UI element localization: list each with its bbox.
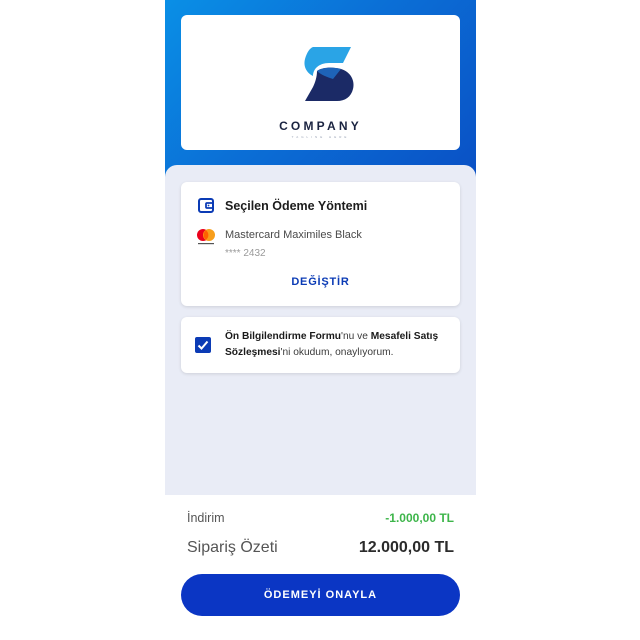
total-value: 12.000,00 TL xyxy=(358,539,454,556)
company-logo-icon xyxy=(304,47,354,101)
total-label: Sipariş Özeti xyxy=(187,539,278,556)
card-name: Mastercard Maximiles Black xyxy=(225,229,362,241)
payment-method-title: Seçilen Ödeme Yöntemi xyxy=(225,199,368,213)
discount-label: İndirim xyxy=(187,511,225,525)
order-summary: İndirim -1.000,00 TL Sipariş Özeti 12.00… xyxy=(165,495,476,640)
change-payment-button[interactable]: DEĞİŞTİR xyxy=(181,276,460,288)
consent-text: Ön Bilgilendirme Formu'nu ve Mesafeli Sa… xyxy=(225,331,439,358)
mastercard-logo-icon xyxy=(197,229,215,245)
consent-checkbox[interactable] xyxy=(195,337,211,353)
checkout-screen: COMPANY TAGLINE HERE Seçilen Ödeme Yönte… xyxy=(165,0,476,640)
checkmark-icon xyxy=(197,340,209,350)
content-area: Seçilen Ödeme Yöntemi Mastercard Maximil… xyxy=(165,165,476,495)
logo-card: COMPANY TAGLINE HERE xyxy=(181,15,460,150)
card-number: **** 2432 xyxy=(225,248,266,259)
consent-card: Ön Bilgilendirme Formu'nu ve Mesafeli Sa… xyxy=(181,317,460,373)
payment-method-card: Seçilen Ödeme Yöntemi Mastercard Maximil… xyxy=(181,182,460,306)
discount-value: -1.000,00 TL xyxy=(385,511,454,525)
confirm-payment-button[interactable]: ÖDEMEYİ ONAYLA xyxy=(181,574,460,616)
company-tagline: TAGLINE HERE xyxy=(291,135,350,139)
company-name: COMPANY xyxy=(279,119,362,133)
preliminary-info-form-link[interactable]: Ön Bilgilendirme Formu xyxy=(225,331,341,342)
wallet-icon xyxy=(198,198,214,213)
header-banner: COMPANY TAGLINE HERE xyxy=(165,0,476,190)
